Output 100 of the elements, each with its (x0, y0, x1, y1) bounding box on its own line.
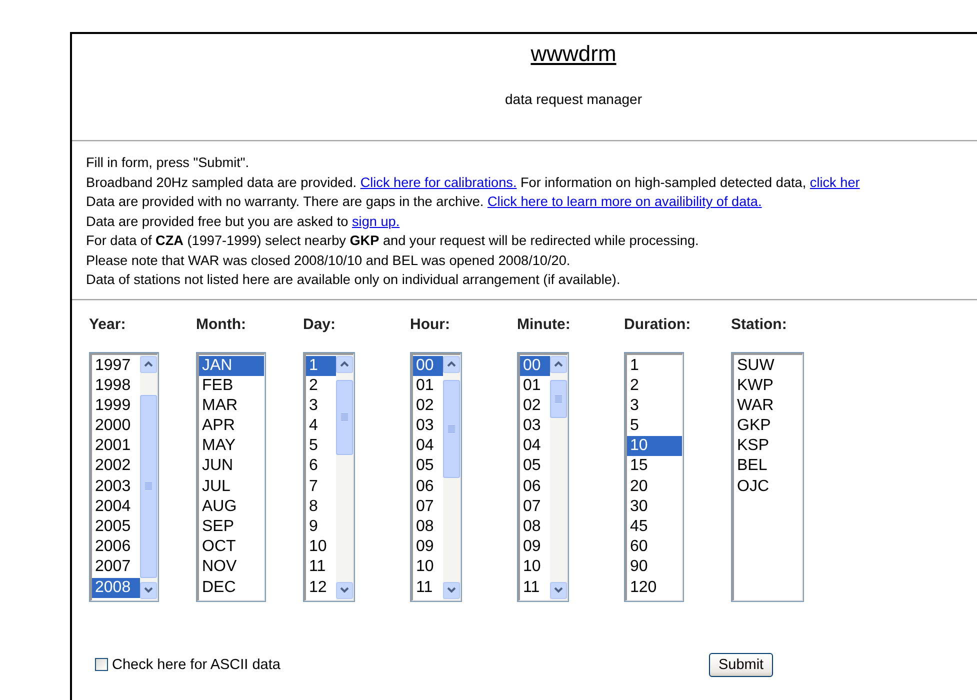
scrollbar[interactable] (336, 354, 353, 600)
scroll-thumb[interactable] (336, 380, 353, 454)
list-option[interactable]: 2001 (92, 436, 140, 456)
submit-button[interactable]: Submit (709, 652, 773, 676)
list-option[interactable]: GKP (734, 416, 802, 436)
list-option[interactable]: 9 (306, 517, 336, 538)
list-option[interactable]: 15 (627, 456, 682, 477)
list-option[interactable]: 11 (306, 557, 336, 578)
list-option[interactable]: 07 (520, 496, 550, 517)
scroll-thumb[interactable] (443, 380, 460, 478)
list-option[interactable]: 07 (413, 496, 443, 517)
scroll-thumb[interactable] (550, 380, 567, 418)
list-option[interactable]: MAR (199, 396, 264, 416)
scroll-thumb[interactable] (140, 394, 157, 578)
list-option[interactable]: APR (199, 416, 264, 436)
checkbox-label[interactable]: Check here for ASCII data (112, 656, 280, 672)
list-option[interactable]: 7 (306, 476, 336, 497)
list-option[interactable]: 2005 (92, 517, 140, 538)
list-option[interactable]: 1997 (92, 356, 140, 376)
list-option[interactable]: 2 (306, 376, 336, 396)
checkbox[interactable] (95, 658, 108, 671)
list-option[interactable]: 5 (306, 436, 336, 456)
list-box[interactable]: 1 2 3 4 5 6 7 8 9 10 11 12 (303, 352, 355, 602)
scroll-up-icon[interactable] (550, 356, 567, 372)
list-option[interactable]: 08 (520, 517, 550, 538)
scroll-down-icon[interactable] (443, 582, 460, 598)
list-option[interactable]: 10 (413, 557, 443, 578)
list-option[interactable]: 2 (627, 376, 682, 396)
list-option[interactable]: 00 (413, 356, 443, 376)
list-option[interactable]: 1998 (92, 376, 140, 396)
list-option[interactable]: JUL (199, 476, 264, 497)
list-option[interactable]: FEB (199, 376, 264, 396)
list-option[interactable]: 90 (627, 557, 682, 578)
list-option[interactable]: 6 (306, 456, 336, 477)
list-option[interactable]: 120 (627, 578, 682, 598)
list-option[interactable]: 09 (413, 537, 443, 558)
list-option[interactable]: 04 (520, 436, 550, 456)
list-option[interactable]: WAR (734, 396, 802, 416)
list-option[interactable]: 20 (627, 476, 682, 497)
list-option[interactable]: 01 (413, 376, 443, 396)
list-option[interactable]: AUG (199, 496, 264, 517)
list-box[interactable]: 00 01 02 03 04 05 06 07 08 09 10 11 (517, 352, 569, 602)
list-option[interactable]: 10 (520, 557, 550, 578)
list-option[interactable]: OCT (199, 537, 264, 558)
list-option[interactable]: 3 (306, 396, 336, 416)
list-option[interactable]: 02 (413, 396, 443, 416)
scroll-up-icon[interactable] (336, 356, 353, 372)
scroll-up-icon[interactable] (443, 356, 460, 372)
list-option[interactable]: 06 (413, 476, 443, 497)
list-option[interactable]: 05 (520, 456, 550, 477)
list-option[interactable]: 11 (520, 578, 550, 598)
list-option[interactable]: 11 (413, 578, 443, 598)
scroll-down-icon[interactable] (140, 582, 157, 598)
scrollbar[interactable] (140, 354, 157, 600)
list-box[interactable]: JAN FEB MAR APR MAY JUN JUL AUG SEP OCT NOV DEC (196, 352, 266, 602)
list-option[interactable]: 09 (520, 537, 550, 558)
scrollbar[interactable] (443, 354, 460, 600)
list-box[interactable]: 00 01 02 03 04 05 06 07 08 09 10 11 (410, 352, 462, 602)
list-option[interactable]: 4 (306, 416, 336, 436)
list-box[interactable]: 1 2 3 5 10 15 20 30 45 60 90 120 (624, 352, 684, 602)
list-option[interactable]: 2008 (92, 578, 140, 598)
list-option[interactable]: 3 (627, 396, 682, 416)
list-option[interactable]: 03 (520, 416, 550, 436)
list-option[interactable]: 2006 (92, 537, 140, 558)
list-option[interactable]: MAY (199, 436, 264, 456)
list-option[interactable]: BEL (734, 456, 802, 477)
list-option[interactable]: 06 (520, 476, 550, 497)
list-box[interactable]: 1997 1998 1999 2000 2001 2002 2003 2004 2005 2006 2007 2008 (89, 352, 159, 602)
list-option[interactable]: 5 (627, 416, 682, 436)
list-option[interactable]: 2004 (92, 496, 140, 517)
scroll-up-icon[interactable] (140, 356, 157, 372)
list-option[interactable]: 00 (520, 356, 550, 376)
list-option[interactable]: 08 (413, 517, 443, 538)
list-option[interactable]: 02 (520, 396, 550, 416)
list-option[interactable]: NOV (199, 557, 264, 578)
list-option[interactable]: 04 (413, 436, 443, 456)
list-option[interactable]: SEP (199, 517, 264, 538)
list-option[interactable]: 2007 (92, 557, 140, 578)
list-option[interactable]: OJC (734, 476, 802, 497)
list-option[interactable]: 10 (627, 436, 682, 456)
list-option[interactable]: SUW (734, 356, 802, 376)
list-option[interactable]: 1 (627, 356, 682, 376)
list-option[interactable]: 10 (306, 537, 336, 558)
list-option[interactable]: JUN (199, 456, 264, 477)
link[interactable]: sign up. (352, 214, 400, 228)
list-box[interactable]: SUW KWP WAR GKP KSP BEL OJC (731, 352, 804, 602)
list-option[interactable]: DEC (199, 578, 264, 598)
list-option[interactable]: 30 (627, 496, 682, 517)
link[interactable]: Click here to learn more on availibility of data. (487, 194, 762, 209)
list-option[interactable]: 2002 (92, 456, 140, 477)
list-option[interactable]: 03 (413, 416, 443, 436)
list-option[interactable]: 2000 (92, 416, 140, 436)
list-option[interactable]: 2003 (92, 476, 140, 497)
scroll-down-icon[interactable] (550, 582, 567, 598)
scrollbar[interactable] (550, 354, 567, 600)
list-option[interactable]: KWP (734, 376, 802, 396)
list-option[interactable]: 8 (306, 496, 336, 517)
list-option[interactable]: 05 (413, 456, 443, 477)
list-option[interactable]: KSP (734, 436, 802, 456)
list-option[interactable]: 1999 (92, 396, 140, 416)
